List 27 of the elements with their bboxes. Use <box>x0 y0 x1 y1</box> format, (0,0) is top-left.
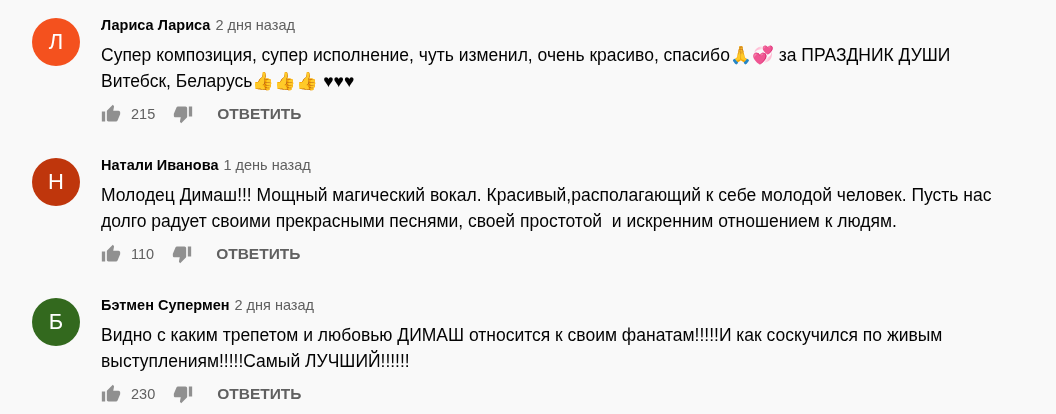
like-count: 230 <box>131 386 156 402</box>
like-count: 215 <box>131 106 156 122</box>
like-count: 110 <box>131 246 155 262</box>
reply-button[interactable]: ОТВЕТИТЬ <box>192 245 301 263</box>
thumbs-down-icon[interactable] <box>173 104 194 124</box>
thumbs-down-icon[interactable] <box>172 244 193 264</box>
comment-text: Молодец Димаш!!! Мощный магический вокал. Красивый,располагающий к себе молодой человек. Пусть нас <box>101 184 992 207</box>
comment-text: Супер композиция, супер исполнение, чуть изменил, очень красиво, спасибо🙏💞 за ПРАЗДНИК ДУШИ <box>101 44 951 67</box>
avatar[interactable]: Н <box>32 158 80 206</box>
author-name[interactable]: Бэтмен Супермен <box>101 297 230 313</box>
comment-time[interactable]: 2 дня назад <box>215 17 295 33</box>
reply-button[interactable]: ОТВЕТИТЬ <box>193 105 302 123</box>
comment-text: Витебск, Беларусь👍👍👍 ♥♥♥ <box>101 70 356 93</box>
reply-button[interactable]: ОТВЕТИТЬ <box>193 385 302 403</box>
author-name[interactable]: Лариса Лариса <box>101 17 211 33</box>
thumbs-down-icon[interactable] <box>173 384 194 404</box>
thumbs-up-icon[interactable] <box>101 244 121 264</box>
comment-time[interactable]: 2 дня назад <box>234 297 315 313</box>
avatar[interactable]: Б <box>32 298 80 346</box>
thumbs-up-icon[interactable] <box>101 104 121 124</box>
comment-time[interactable]: 1 день назад <box>223 157 311 173</box>
avatar[interactable]: Л <box>32 18 80 66</box>
comment-text: Видно с каким трепетом и любовью ДИМАШ относится к своим фанатам!!!!!И как соскучился по живым <box>101 324 943 347</box>
comment-text: долго радует своими прекрасными песнями, своей простотой и искренним отношением к людям. <box>101 210 898 233</box>
comment-text: выступлениям!!!!!Самый ЛУЧШИЙ!!!!!! <box>101 349 411 373</box>
thumbs-up-icon[interactable] <box>101 384 121 404</box>
author-name[interactable]: Натали Иванова <box>101 157 219 173</box>
